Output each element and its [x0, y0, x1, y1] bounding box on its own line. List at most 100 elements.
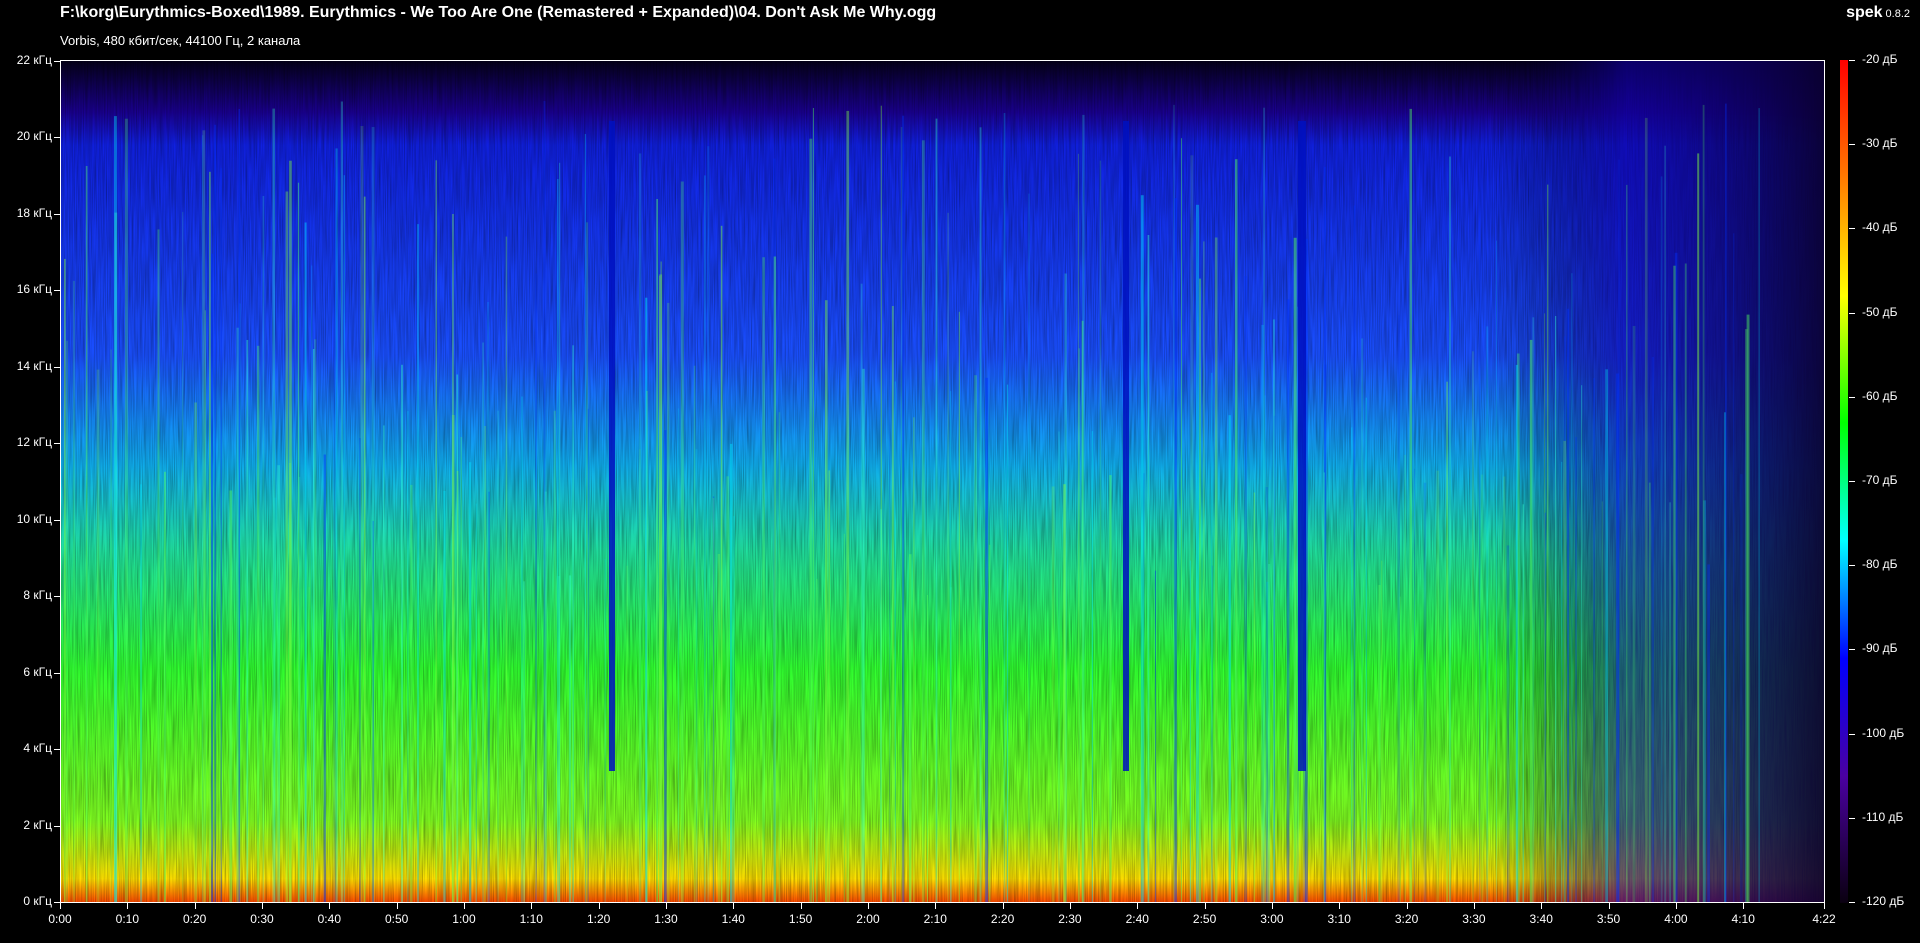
db-label: -30 дБ [1862, 136, 1898, 151]
spectral-streak [1365, 397, 1367, 902]
stream-info: Vorbis, 480 кбит/сек, 44100 Гц, 2 канала [60, 33, 301, 48]
spectral-streak [1648, 482, 1651, 902]
spectral-streak [323, 454, 326, 902]
spectral-streak [985, 377, 989, 902]
spectral-streak [909, 554, 912, 902]
spectral-streak [1214, 237, 1218, 902]
spectral-streak [988, 544, 991, 902]
spectral-streak [1725, 103, 1727, 902]
spectral-streak [140, 484, 143, 902]
spectral-streak [846, 110, 850, 902]
frequency-tick [54, 137, 60, 139]
db-label: -70 дБ [1862, 473, 1898, 487]
spectral-streak [1547, 184, 1549, 902]
spectral-streak [1446, 381, 1448, 902]
spectral-streak [1399, 596, 1401, 902]
spectral-streak [707, 146, 710, 902]
time-tick [1069, 903, 1071, 909]
spectral-streak [921, 140, 925, 902]
spectral-streak [1264, 395, 1266, 902]
spectral-streak [1581, 385, 1583, 902]
spectral-streak [717, 554, 721, 902]
spectral-streak [229, 490, 233, 902]
time-label: 3:00 [1260, 912, 1284, 926]
spectral-streak [667, 302, 670, 902]
spectral-streak [587, 408, 589, 902]
spectral-streak [712, 498, 715, 902]
spectral-streak [816, 578, 818, 902]
frequency-tick [54, 213, 60, 215]
time-tick [396, 903, 398, 909]
spectral-streak [1480, 474, 1484, 902]
spectral-streak [505, 236, 508, 902]
time-label: 2:30 [1058, 912, 1082, 926]
spectral-streak [209, 171, 211, 902]
db-color-scale [1840, 60, 1848, 903]
time-label: 0:30 [250, 912, 274, 926]
spectral-streak [312, 349, 315, 902]
spectral-streak [475, 503, 477, 902]
spectral-streak [1228, 415, 1231, 902]
spectral-streak [289, 160, 292, 902]
db-label: -110 дБ [1862, 809, 1904, 824]
time-tick [1473, 903, 1475, 909]
spectral-streak [1664, 145, 1666, 902]
spectral-streak [482, 342, 484, 902]
spectral-streak [1522, 504, 1524, 902]
time-tick [531, 903, 533, 909]
spectral-streak [1078, 348, 1080, 902]
spectral-streak [85, 166, 88, 902]
spectral-streak [114, 212, 118, 902]
spectrogram-plot[interactable] [60, 60, 1825, 903]
spectral-streak [894, 381, 896, 902]
frequency-label: 16 кГц [16, 282, 52, 297]
spectral-streak [1063, 484, 1066, 902]
spectral-streak [1091, 431, 1093, 902]
spectral-streak [497, 410, 499, 902]
spectral-streak [535, 273, 537, 902]
spectral-streak [1244, 276, 1248, 902]
app-version: 0.8.2 [1885, 8, 1910, 20]
time-label: 2:10 [923, 912, 947, 926]
spectral-streak [584, 134, 586, 902]
spectral-streak [1479, 191, 1481, 902]
spectral-streak [656, 199, 658, 902]
time-label: 3:40 [1529, 912, 1553, 926]
time-tick [733, 903, 735, 909]
spectral-streak [262, 196, 265, 902]
spectral-streak [659, 274, 663, 902]
spectral-streak [1057, 431, 1060, 902]
spectral-streak [626, 565, 629, 902]
time-tick [1271, 903, 1273, 909]
time-label: 1:20 [586, 912, 611, 926]
spectral-streak [1099, 160, 1102, 902]
time-tick [665, 903, 667, 909]
spectral-streak [1436, 470, 1440, 902]
spectral-streak [828, 470, 831, 902]
frequency-tick [54, 366, 60, 368]
spectral-streak [1496, 240, 1497, 902]
spectral-streak [238, 109, 240, 902]
db-tick [1849, 817, 1855, 819]
spectral-streak [308, 587, 310, 902]
frequency-label: 2 кГц [23, 817, 52, 832]
spectral-streak [1515, 364, 1518, 902]
spectral-streak [1268, 564, 1271, 902]
time-tick [1675, 903, 1677, 909]
spectral-streak [124, 118, 128, 902]
db-label: -100 дБ [1862, 725, 1905, 740]
spectral-streak [543, 101, 546, 902]
spectral-streak [1196, 204, 1199, 902]
spectral-streak [469, 462, 472, 902]
spectral-streak [257, 345, 260, 902]
spectral-streak [693, 365, 696, 902]
frequency-tick [54, 443, 60, 445]
time-label: 0:10 [115, 912, 140, 926]
spectral-streak [1414, 468, 1416, 902]
time-label: 2:50 [1192, 912, 1217, 926]
spectral-streak [1563, 440, 1566, 902]
spectral-streak [1261, 324, 1264, 902]
db-tick [1849, 144, 1855, 146]
spectral-streak [726, 476, 729, 902]
frequency-label: 18 кГц [16, 205, 52, 220]
